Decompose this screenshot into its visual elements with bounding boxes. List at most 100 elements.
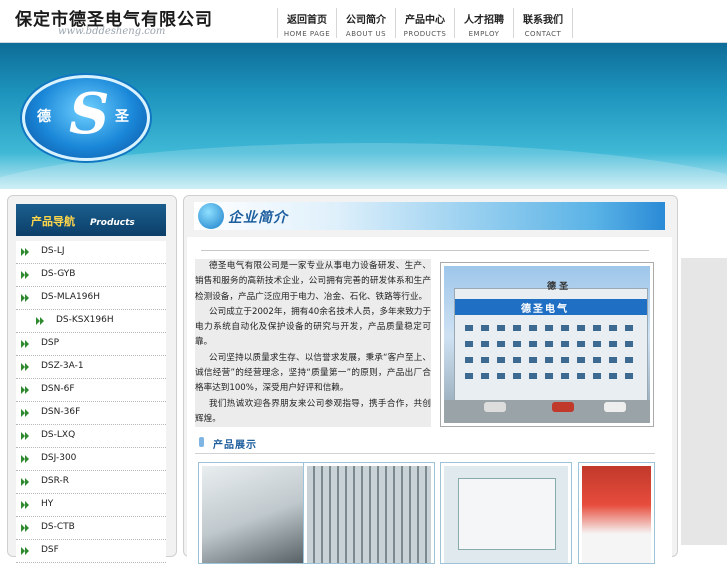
building-sign: 德圣电气: [521, 304, 569, 315]
content-area: 德圣电气有限公司是一家专业从事电力设备研发、生产、销售和服务的高新技术企业，公司…: [187, 237, 672, 564]
nav-about-label: 公司简介: [346, 15, 386, 26]
double-arrow-icon: [21, 248, 29, 256]
sidebar-item[interactable]: HY: [16, 494, 166, 517]
nav-about-en: ABOUT US: [345, 30, 387, 38]
sidebar-item-label: DSP: [41, 338, 60, 348]
nav-home-en: HOME PAGE: [283, 30, 331, 38]
window: [465, 373, 473, 379]
product-image: [307, 466, 431, 563]
window: [465, 325, 473, 331]
sidebar-item[interactable]: DSP: [16, 333, 166, 356]
window: [561, 373, 569, 379]
window: [513, 325, 521, 331]
window: [561, 325, 569, 331]
site-url: www.bddesheng.com: [58, 26, 166, 37]
section-header: 企业简介: [194, 202, 665, 230]
sidebar-item[interactable]: DS-CTB: [16, 517, 166, 540]
double-arrow-icon: [21, 501, 29, 509]
window: [609, 373, 617, 379]
sidebar-item[interactable]: DS-LJ: [16, 241, 166, 264]
nav-employ[interactable]: 人才招聘 EMPLOY: [455, 8, 514, 38]
device-panel: [458, 478, 556, 550]
nav-contact-en: CONTACT: [524, 30, 562, 38]
window: [497, 357, 505, 363]
double-arrow-icon: [21, 455, 29, 463]
nav-contact[interactable]: 联系我们 CONTACT: [514, 8, 573, 38]
double-arrow-icon: [21, 432, 29, 440]
double-arrow-icon: [21, 547, 29, 555]
sidebar-item-label: DS-LXQ: [41, 430, 76, 440]
nav-home[interactable]: 返回首页 HOME PAGE: [277, 8, 337, 38]
window: [513, 341, 521, 347]
emblem-right-char: 圣: [115, 109, 129, 125]
sidebar-header: 产品导航 Products: [16, 204, 166, 236]
nav-home-label: 返回首页: [287, 15, 327, 26]
main-panel: 企业简介 德圣电气有限公司是一家专业从事电力设备研发、生产、销售和服务的高新技术…: [183, 195, 678, 564]
window: [497, 325, 505, 331]
nav-products[interactable]: 产品中心 PRODUCTS: [396, 8, 455, 38]
car: [552, 402, 574, 412]
car: [484, 402, 506, 412]
window: [497, 341, 505, 347]
sidebar-item[interactable]: DSR-R: [16, 471, 166, 494]
double-arrow-icon: [21, 271, 29, 279]
sidebar-item[interactable]: DSN-6F: [16, 379, 166, 402]
nav-about[interactable]: 公司简介 ABOUT US: [337, 8, 396, 38]
window: [609, 341, 617, 347]
sidebar-subitem[interactable]: DS-KSX196H: [16, 310, 166, 333]
product-thumbnail[interactable]: [578, 462, 655, 564]
window: [625, 357, 633, 363]
product-thumbnail[interactable]: [303, 462, 435, 564]
window: [481, 325, 489, 331]
sidebar-item[interactable]: DSN-36F: [16, 402, 166, 425]
building-image: 德 圣 德圣电气: [444, 266, 650, 423]
window: [609, 357, 617, 363]
sidebar-item[interactable]: DSJ-300: [16, 448, 166, 471]
intro-paragraph: 我们热诚欢迎各界朋友来公司参观指导，携手合作，共创辉煌。: [195, 398, 431, 424]
sidebar-item[interactable]: DS-LXQ: [16, 425, 166, 448]
intro-paragraph: 德圣电气有限公司是一家专业从事电力设备研发、生产、销售和服务的高新技术企业，公司…: [195, 261, 431, 302]
nav-employ-label: 人才招聘: [464, 15, 504, 26]
company-building-photo: 德 圣 德圣电气: [440, 262, 654, 427]
window: [481, 341, 489, 347]
window: [561, 357, 569, 363]
section-title: 企业简介: [228, 210, 288, 226]
window: [545, 325, 553, 331]
sidebar-title: 产品导航: [31, 215, 75, 228]
window: [481, 373, 489, 379]
window: [513, 357, 521, 363]
globe-icon: [198, 203, 224, 229]
double-arrow-icon: [21, 478, 29, 486]
sidebar-title-en: Products: [90, 218, 135, 228]
double-arrow-icon: [21, 524, 29, 532]
side-margin: [681, 258, 727, 545]
window: [625, 325, 633, 331]
company-logo-emblem: 德 S 圣: [22, 75, 150, 161]
product-list: DS-LJ DS-GYB DS-MLA196H DS-KSX196H DSP D…: [16, 241, 166, 563]
bullet-icon: [199, 437, 204, 447]
window: [577, 357, 585, 363]
sidebar-item[interactable]: DSZ-3A-1: [16, 356, 166, 379]
window: [577, 341, 585, 347]
double-arrow-icon: [21, 386, 29, 394]
sidebar-item[interactable]: DSF: [16, 540, 166, 563]
window: [625, 373, 633, 379]
sidebar-item-label: DSN-6F: [41, 384, 75, 394]
nav-employ-en: EMPLOY: [468, 30, 500, 38]
sidebar-item-label: DSJ-300: [41, 453, 77, 463]
sidebar-item-label: HY: [41, 499, 54, 509]
sidebar-item[interactable]: DS-GYB: [16, 264, 166, 287]
window: [593, 325, 601, 331]
window: [593, 341, 601, 347]
window: [593, 373, 601, 379]
header: 保定市德圣电气有限公司 www.bddesheng.com 返回首页 HOME …: [0, 0, 727, 43]
sidebar-item[interactable]: DS-MLA196H: [16, 287, 166, 310]
window: [609, 325, 617, 331]
window: [593, 357, 601, 363]
window: [529, 341, 537, 347]
double-arrow-icon: [21, 409, 29, 417]
product-thumbnail[interactable]: [440, 462, 572, 564]
building-illustration: 德 圣 德圣电气: [454, 282, 648, 402]
intro-paragraph: 公司坚持以质量求生存、以信誉求发展，秉承“客户至上、诚信经营”的经营理念，坚持“…: [195, 352, 431, 394]
sidebar-item-label: DSR-R: [41, 476, 70, 486]
